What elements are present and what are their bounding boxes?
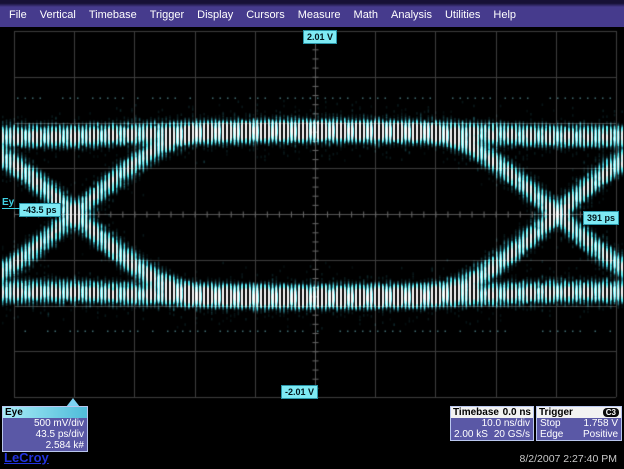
menu-item-vertical[interactable]: Vertical bbox=[40, 9, 76, 21]
top-voltage-label: 2.01 V bbox=[303, 30, 337, 44]
eye-vertical-scale: 500 mV/div bbox=[34, 418, 84, 429]
menu-item-math[interactable]: Math bbox=[354, 9, 378, 21]
menu-item-file[interactable]: File bbox=[9, 9, 27, 21]
trigger-panel-title: Trigger bbox=[539, 407, 573, 418]
eye-panel-title: Eye bbox=[5, 407, 23, 418]
timebase-offset: 0.0 ns bbox=[503, 407, 531, 418]
left-time-label: -43.5 ps bbox=[19, 203, 61, 217]
eye-trace-indicator: Ey bbox=[2, 197, 20, 209]
eye-sweep-count: 2.584 k# bbox=[46, 440, 84, 451]
menu-item-trigger[interactable]: Trigger bbox=[150, 9, 184, 21]
trigger-level: 1.758 V bbox=[584, 418, 618, 429]
menu-bar: File Vertical Timebase Trigger Display C… bbox=[0, 0, 624, 27]
trigger-slope: Positive bbox=[583, 429, 618, 440]
trigger-descriptor-panel[interactable]: Trigger C3 Stop 1.758 V Edge Positive bbox=[536, 406, 622, 441]
menu-item-help[interactable]: Help bbox=[493, 9, 516, 21]
menu-item-timebase[interactable]: Timebase bbox=[89, 9, 137, 21]
eye-descriptor-panel[interactable]: Eye 500 mV/div 43.5 ps/div 2.584 k# bbox=[2, 406, 88, 452]
datetime-display: 8/2/2007 2:27:40 PM bbox=[520, 453, 618, 465]
timebase-descriptor-panel[interactable]: Timebase 0.0 ns 10.0 ns/div 2.00 kS 20 G… bbox=[450, 406, 534, 441]
timebase-sample-rate: 20 GS/s bbox=[494, 429, 530, 440]
right-time-label: 391 ps bbox=[583, 211, 619, 225]
menu-item-cursors[interactable]: Cursors bbox=[246, 9, 285, 21]
eye-horizontal-scale: 43.5 ps/div bbox=[36, 429, 84, 440]
timebase-scale: 10.0 ns/div bbox=[482, 418, 530, 429]
trigger-mode: Stop bbox=[540, 418, 561, 429]
trigger-type: Edge bbox=[540, 429, 563, 440]
menu-item-measure[interactable]: Measure bbox=[298, 9, 341, 21]
menu-item-display[interactable]: Display bbox=[197, 9, 233, 21]
timebase-samples: 2.00 kS bbox=[454, 429, 488, 440]
trigger-source-badge: C3 bbox=[603, 408, 619, 417]
menu-item-analysis[interactable]: Analysis bbox=[391, 9, 432, 21]
bottom-voltage-label: -2.01 V bbox=[281, 385, 318, 399]
timebase-panel-title: Timebase bbox=[453, 407, 499, 418]
lecroy-logo: LeCroy bbox=[4, 450, 49, 465]
menu-item-utilities[interactable]: Utilities bbox=[445, 9, 480, 21]
